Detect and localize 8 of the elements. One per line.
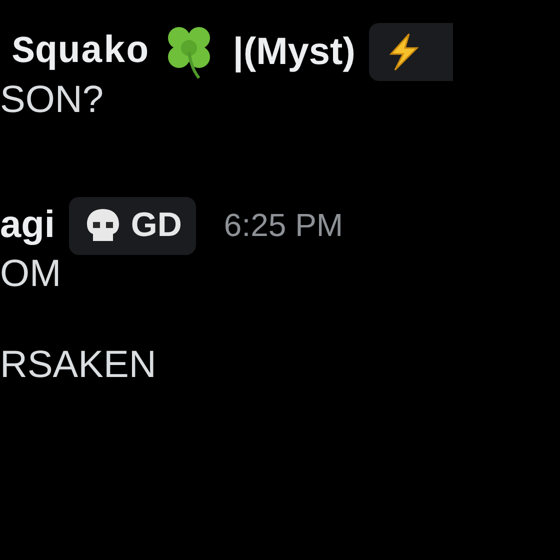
message-text: OM bbox=[0, 252, 62, 297]
username[interactable]: |(Myst) bbox=[232, 30, 356, 74]
message-text: SON? bbox=[0, 78, 104, 123]
username[interactable]: agi bbox=[0, 204, 55, 248]
timestamp: 6:25 PM bbox=[224, 207, 344, 244]
tag-badge: GD bbox=[68, 196, 196, 255]
message-text: RSAKEN bbox=[0, 343, 158, 388]
username[interactable]: Squako bbox=[12, 30, 149, 74]
